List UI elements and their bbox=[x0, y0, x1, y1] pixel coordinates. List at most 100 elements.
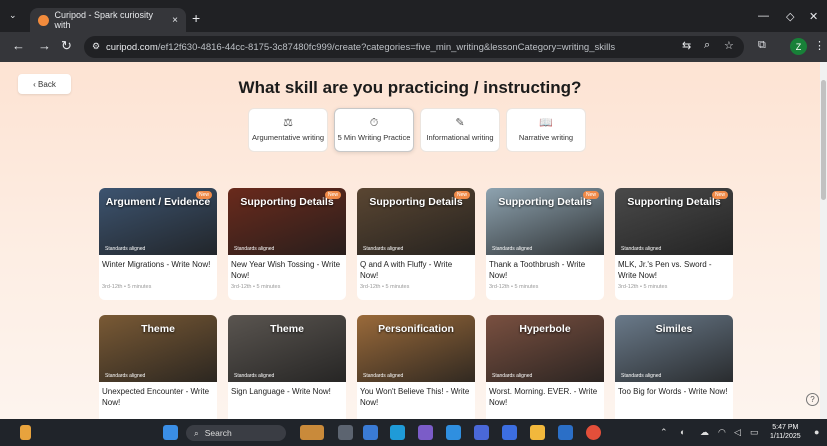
skill-narrative[interactable]: 📖 Narrative writing bbox=[506, 108, 586, 152]
tray-chevron-icon[interactable]: ⌃ bbox=[660, 427, 668, 438]
word-icon[interactable] bbox=[558, 425, 573, 440]
page-content: ‹ Back What skill are you practicing / i… bbox=[0, 62, 820, 419]
card-title: Thank a Toothbrush - Write Now! bbox=[489, 260, 586, 281]
widgets-icon[interactable] bbox=[20, 425, 31, 440]
card-title: Worst. Morning. EVER. - Write Now! bbox=[489, 387, 598, 408]
help-icon[interactable]: ? bbox=[806, 393, 819, 406]
date-label: 1/11/2025 bbox=[770, 433, 801, 441]
skill-argumentative[interactable]: ⚖ Argumentative writing bbox=[248, 108, 328, 152]
battery-icon[interactable]: ▭ bbox=[750, 427, 759, 438]
card-thumbnail: Supporting Details New Standards aligned bbox=[486, 188, 604, 255]
translate-icon[interactable]: ⇆ bbox=[682, 39, 691, 52]
lesson-card[interactable]: Theme Standards aligned Unexpected Encou… bbox=[99, 315, 217, 419]
start-windows-icon[interactable] bbox=[163, 425, 178, 440]
card-thumbnail: Theme Standards aligned bbox=[228, 315, 346, 382]
chat-icon[interactable] bbox=[502, 425, 517, 440]
skill-label: Argumentative writing bbox=[251, 133, 325, 143]
lesson-card[interactable]: Hyperbole Standards aligned Worst. Morni… bbox=[486, 315, 604, 419]
back-arrow-icon[interactable]: ← bbox=[12, 38, 25, 53]
card-title: MLK, Jr.'s Pen vs. Sword - Write Now! bbox=[618, 260, 712, 281]
lesson-card[interactable]: Supporting Details New Standards aligned… bbox=[228, 188, 346, 300]
file-explorer-icon[interactable] bbox=[530, 425, 545, 440]
extensions-icon[interactable]: ⧉ bbox=[758, 39, 766, 52]
teams-icon[interactable] bbox=[418, 425, 433, 440]
card-meta: 3rd-12th • 5 minutes bbox=[618, 284, 668, 290]
photos-icon[interactable] bbox=[474, 425, 489, 440]
profile-avatar[interactable]: Z bbox=[790, 38, 807, 55]
duration-label: 5 minutes bbox=[643, 284, 668, 290]
skill-informational[interactable]: ✎ Informational writing bbox=[420, 108, 500, 152]
card-title: Winter Migrations - Write Now! bbox=[102, 260, 211, 269]
clock[interactable]: 5:47 PM 1/11/2025 bbox=[770, 423, 801, 441]
chrome-icon[interactable] bbox=[586, 425, 601, 440]
grade-label: 3rd-12th bbox=[618, 284, 639, 290]
page-scrollbar[interactable] bbox=[820, 62, 827, 419]
tab-search-chevron-icon[interactable]: ⌄ bbox=[9, 10, 17, 21]
lesson-card[interactable]: Supporting Details New Standards aligned… bbox=[615, 188, 733, 300]
tab-close-icon[interactable]: × bbox=[172, 15, 178, 26]
card-meta: 3rd-12th • 5 minutes bbox=[231, 284, 281, 290]
grade-label: 3rd-12th bbox=[489, 284, 510, 290]
lesson-card[interactable]: Supporting Details New Standards aligned… bbox=[357, 188, 475, 300]
taskbar-search[interactable]: ⌕ Search bbox=[186, 425, 286, 441]
bookmark-star-icon[interactable]: ☆ bbox=[724, 39, 734, 52]
browser-tab[interactable]: Curipod - Spark curiosity with × bbox=[30, 8, 186, 32]
volume-icon[interactable]: ◁ bbox=[734, 427, 741, 438]
tab-strip: ⌄ Curipod - Spark curiosity with × + — ◇… bbox=[0, 0, 827, 32]
weather-widget-icon[interactable] bbox=[300, 425, 324, 440]
grade-label: 3rd-12th bbox=[231, 284, 252, 290]
task-view-icon[interactable] bbox=[338, 425, 353, 440]
card-category: Similes bbox=[655, 323, 693, 335]
edge-icon[interactable] bbox=[390, 425, 405, 440]
card-thumbnail: Similes Standards aligned bbox=[615, 315, 733, 382]
scale-icon: ⚖ bbox=[283, 117, 293, 130]
menu-kebab-icon[interactable]: ⋮ bbox=[814, 39, 825, 52]
search-label: Search bbox=[204, 428, 232, 438]
forward-arrow-icon[interactable]: → bbox=[38, 38, 51, 53]
restore-icon[interactable]: ◇ bbox=[786, 10, 794, 23]
document-icon: ✎ bbox=[455, 117, 465, 130]
store-icon[interactable] bbox=[446, 425, 461, 440]
notification-bell-icon[interactable]: ● bbox=[814, 427, 819, 437]
close-window-icon[interactable]: ✕ bbox=[809, 10, 818, 23]
skill-label: 5 Min Writing Practice bbox=[337, 133, 411, 143]
skill-5-min-writing[interactable]: ⏱ 5 Min Writing Practice bbox=[334, 108, 414, 152]
zoom-icon[interactable]: ⌕ bbox=[704, 39, 710, 52]
new-badge: New bbox=[453, 191, 470, 199]
new-tab-icon[interactable]: + bbox=[192, 10, 200, 26]
skill-label: Informational writing bbox=[426, 133, 494, 143]
curipod-favicon-icon bbox=[38, 14, 49, 26]
url-path: /ef12f630-4816-44cc-8175-3c87480fc999/cr… bbox=[157, 41, 616, 53]
card-thumbnail: Hyperbole Standards aligned bbox=[486, 315, 604, 382]
copilot-icon[interactable] bbox=[363, 425, 378, 440]
card-thumbnail: Personification Standards aligned bbox=[357, 315, 475, 382]
lesson-card[interactable]: Personification Standards aligned You Wo… bbox=[357, 315, 475, 419]
lesson-card[interactable]: Argument / Evidence New Standards aligne… bbox=[99, 188, 217, 300]
reload-icon[interactable]: ↻ bbox=[61, 38, 72, 54]
standards-badge: Standards aligned bbox=[234, 246, 275, 252]
scrollbar-thumb[interactable] bbox=[821, 80, 826, 200]
grade-label: 3rd-12th bbox=[360, 284, 381, 290]
duration-label: 5 minutes bbox=[256, 284, 281, 290]
standards-badge: Standards aligned bbox=[621, 373, 662, 379]
lesson-card[interactable]: Supporting Details New Standards aligned… bbox=[486, 188, 604, 300]
new-badge: New bbox=[711, 191, 728, 199]
minimize-icon[interactable]: — bbox=[758, 10, 769, 22]
standards-badge: Standards aligned bbox=[363, 373, 404, 379]
address-bar[interactable]: ⚙ curipod.com/ef12f630-4816-44cc-8175-3c… bbox=[84, 36, 744, 58]
site-info-icon[interactable]: ⚙ bbox=[92, 41, 100, 52]
lesson-card[interactable]: Theme Standards aligned Sign Language - … bbox=[228, 315, 346, 419]
card-category: Personification bbox=[378, 323, 454, 335]
onedrive-icon[interactable]: ☁ bbox=[700, 427, 709, 438]
skill-selector: ⚖ Argumentative writing ⏱ 5 Min Writing … bbox=[248, 108, 586, 152]
card-title: You Won't Believe This! - Write Now! bbox=[360, 387, 470, 408]
lesson-card[interactable]: Similes Standards aligned Too Big for Wo… bbox=[615, 315, 733, 419]
skill-label: Narrative writing bbox=[518, 133, 574, 143]
card-category: Theme bbox=[270, 323, 304, 335]
time-label: 5:47 PM bbox=[772, 424, 799, 431]
card-title: New Year Wish Tossing - Write Now! bbox=[231, 260, 341, 281]
card-thumbnail: Supporting Details New Standards aligned bbox=[615, 188, 733, 255]
tray-app-icon[interactable]: ◐ bbox=[680, 427, 685, 437]
wifi-icon[interactable]: ◠ bbox=[718, 427, 726, 438]
new-badge: New bbox=[582, 191, 599, 199]
